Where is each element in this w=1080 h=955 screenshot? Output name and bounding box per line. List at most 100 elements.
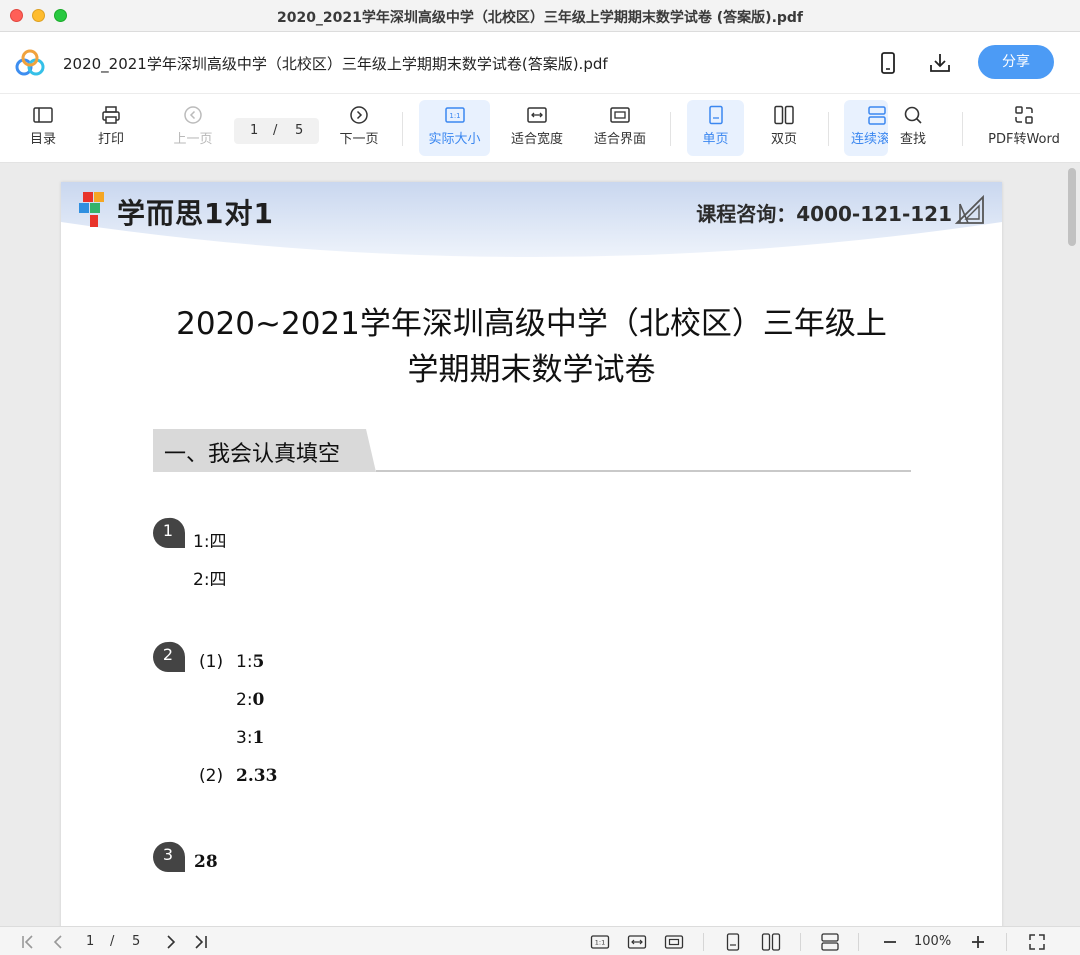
prev-page-icon[interactable] bbox=[48, 932, 68, 952]
app-logo-icon bbox=[15, 49, 45, 76]
print-label: 打印 bbox=[97, 132, 124, 147]
fit-width-icon[interactable] bbox=[627, 932, 647, 952]
section-divider bbox=[376, 470, 911, 472]
page-separator: / bbox=[273, 123, 278, 138]
vertical-scrollbar[interactable] bbox=[1066, 164, 1078, 926]
scrollbar-thumb[interactable] bbox=[1068, 168, 1076, 246]
continuous-scroll-button[interactable]: 连续滚 bbox=[844, 100, 888, 156]
chevron-left-circle-icon bbox=[184, 106, 202, 124]
chevron-right-circle-icon bbox=[350, 106, 368, 124]
fullscreen-icon[interactable] bbox=[1027, 932, 1047, 952]
ruler-icon bbox=[954, 194, 984, 224]
fit-page-button[interactable]: 适合界面 bbox=[587, 100, 653, 156]
question-number: 1 bbox=[162, 521, 174, 540]
pdf-to-word-label: PDF转Word bbox=[988, 132, 1060, 147]
answer-text: 2:0 bbox=[236, 690, 265, 710]
pdf-page: 学而思1对1 课程咨询：4000-121-121 2020~2021学年深圳高级… bbox=[61, 182, 1002, 926]
status-current-page[interactable]: 1 bbox=[86, 934, 94, 949]
window-title: 2020_2021学年深圳高级中学（北校区）三年级上学期期末数学试卷 (答案版)… bbox=[276, 10, 804, 26]
status-page-separator: / bbox=[110, 934, 115, 949]
document-viewport[interactable]: 学而思1对1 课程咨询：4000-121-121 2020~2021学年深圳高级… bbox=[0, 164, 1080, 926]
toolbar-divider bbox=[962, 112, 963, 146]
answer-part-label: (2) bbox=[199, 766, 224, 786]
next-page-icon[interactable] bbox=[161, 932, 181, 952]
double-page-icon[interactable] bbox=[761, 932, 781, 952]
svg-text:1:1: 1:1 bbox=[449, 112, 460, 120]
prev-page-label: 上一页 bbox=[173, 132, 213, 147]
actual-size-icon: 1:1 bbox=[444, 107, 465, 123]
print-button[interactable]: 打印 bbox=[88, 100, 134, 156]
next-page-button[interactable]: 下一页 bbox=[334, 100, 384, 156]
pdf-to-word-button[interactable]: PDF转Word bbox=[982, 100, 1066, 156]
toc-icon bbox=[33, 107, 53, 123]
toolbar-divider bbox=[828, 112, 829, 146]
fit-page-label: 适合界面 bbox=[593, 132, 646, 147]
status-divider bbox=[858, 933, 859, 951]
double-page-label: 双页 bbox=[770, 132, 797, 147]
question-number: 2 bbox=[162, 645, 174, 664]
single-page-label: 单页 bbox=[702, 132, 729, 147]
continuous-scroll-label: 连续滚 bbox=[851, 132, 888, 147]
continuous-scroll-icon bbox=[868, 106, 886, 125]
svg-text:1:1: 1:1 bbox=[595, 939, 605, 947]
brand-logo-icon bbox=[79, 192, 104, 227]
document-title: 2020_2021学年深圳高级中学（北校区）三年级上学期期末数学试卷(答案版).… bbox=[63, 55, 608, 73]
single-page-icon bbox=[708, 105, 723, 125]
find-label: 查找 bbox=[899, 132, 926, 147]
total-pages: 5 bbox=[295, 123, 304, 138]
phone-icon[interactable] bbox=[875, 50, 901, 76]
fit-width-button[interactable]: 适合宽度 bbox=[504, 100, 570, 156]
fit-page-icon bbox=[610, 107, 630, 123]
toolbar-divider bbox=[670, 112, 671, 146]
printer-icon bbox=[102, 106, 120, 124]
question-number: 3 bbox=[162, 845, 174, 864]
brand-name: 学而思1对1 bbox=[117, 197, 274, 230]
answer-text: 1:5 bbox=[236, 652, 265, 672]
answer-text: 28 bbox=[194, 852, 218, 872]
actual-size-button[interactable]: 1:1 实际大小 bbox=[419, 100, 490, 156]
current-page: 1 bbox=[250, 123, 259, 138]
answer-text: 2:四 bbox=[193, 570, 227, 590]
toc-button[interactable]: 目录 bbox=[20, 100, 66, 156]
paper-title-line-1: 2020~2021学年深圳高级中学（北校区）三年级上 bbox=[176, 306, 887, 342]
last-page-icon[interactable] bbox=[190, 932, 210, 952]
double-page-icon bbox=[774, 105, 794, 125]
status-total-pages: 5 bbox=[132, 934, 141, 949]
share-button[interactable]: 分享 bbox=[978, 45, 1054, 79]
first-page-icon[interactable] bbox=[19, 932, 39, 952]
app-header: 2020_2021学年深圳高级中学（北校区）三年级上学期期末数学试卷(答案版).… bbox=[0, 32, 1080, 94]
download-icon[interactable] bbox=[927, 50, 953, 76]
actual-size-icon[interactable]: 1:1 bbox=[590, 932, 610, 952]
answer-text: 2.33 bbox=[236, 766, 278, 786]
status-divider bbox=[703, 933, 704, 951]
status-bar: 1 / 5 1:1 100% bbox=[0, 926, 1080, 955]
section-heading: 一、我会认真填空 bbox=[164, 442, 341, 467]
window-titlebar: 2020_2021学年深圳高级中学（北校区）三年级上学期期末数学试卷 (答案版)… bbox=[0, 0, 1080, 32]
search-icon bbox=[904, 106, 922, 124]
toolbar-divider bbox=[402, 112, 403, 146]
fit-width-label: 适合宽度 bbox=[510, 132, 563, 147]
consult-hotline: 课程咨询：4000-121-121 bbox=[696, 202, 952, 226]
answer-text: 1:四 bbox=[193, 532, 227, 552]
paper-title-line-2: 学期期末数学试卷 bbox=[407, 352, 656, 388]
single-page-icon[interactable] bbox=[723, 932, 743, 952]
toc-label: 目录 bbox=[29, 132, 56, 147]
status-divider bbox=[1006, 933, 1007, 951]
actual-size-label: 实际大小 bbox=[428, 132, 481, 147]
single-page-button[interactable]: 单页 bbox=[687, 100, 744, 156]
find-button[interactable]: 查找 bbox=[892, 100, 934, 156]
page-number-input[interactable]: 1 / 5 bbox=[234, 118, 319, 144]
convert-icon bbox=[1015, 106, 1033, 124]
continuous-scroll-icon[interactable] bbox=[820, 932, 840, 952]
prev-page-button[interactable]: 上一页 bbox=[168, 100, 218, 156]
answer-text: 3:1 bbox=[236, 728, 265, 748]
fit-width-icon bbox=[527, 107, 547, 123]
fit-page-icon[interactable] bbox=[664, 932, 684, 952]
toolbar: 目录 打印 上一页 1 / 5 下一页 1:1 实际大小 适合宽度 适合界面 单… bbox=[0, 94, 1080, 163]
zoom-out-icon[interactable] bbox=[880, 932, 900, 952]
answer-part-label: (1) bbox=[199, 652, 224, 672]
zoom-in-icon[interactable] bbox=[968, 932, 988, 952]
double-page-button[interactable]: 双页 bbox=[758, 100, 810, 156]
zoom-level[interactable]: 100% bbox=[914, 934, 951, 949]
status-divider bbox=[800, 933, 801, 951]
